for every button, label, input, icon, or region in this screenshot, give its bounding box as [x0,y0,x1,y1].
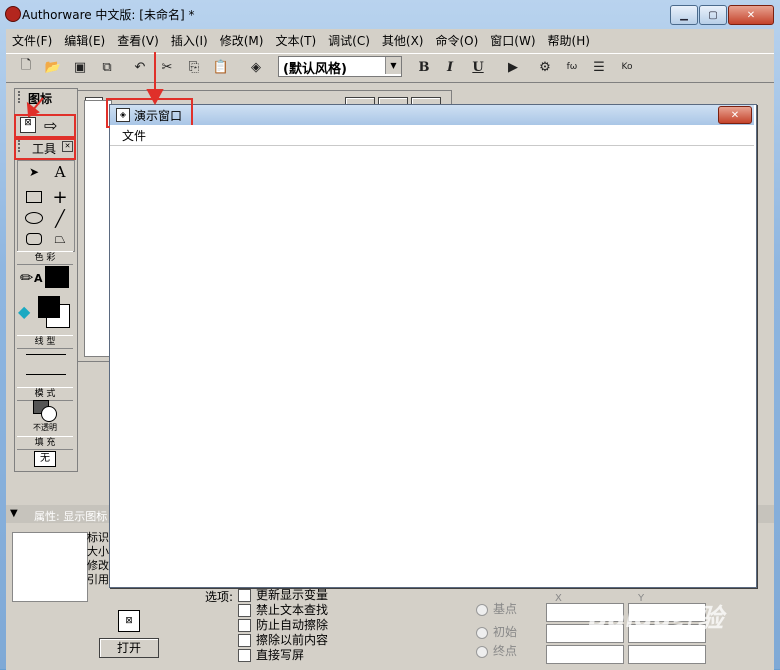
annotation-arrows [26,52,164,118]
watermark: Baidu经验 [588,604,724,634]
